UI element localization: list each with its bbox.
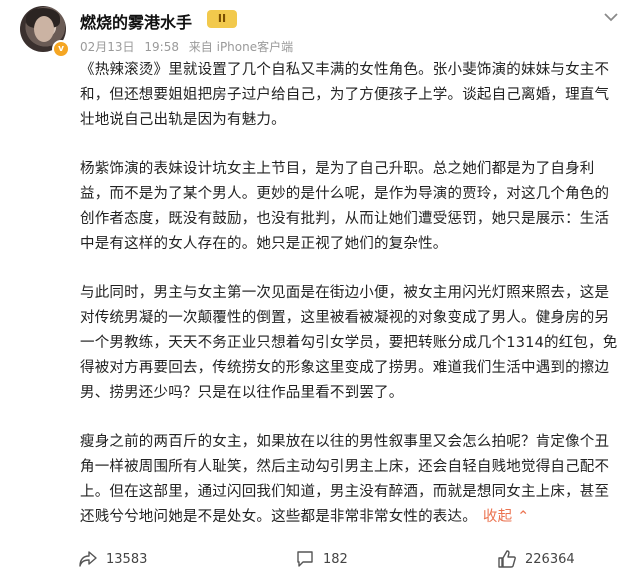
share-button[interactable]: 13583 (78, 548, 147, 570)
comment-icon (297, 551, 313, 567)
like-count: 226364 (525, 551, 575, 567)
comment-button[interactable]: 182 (295, 548, 348, 570)
post-header: v 燃烧的雾港水手 II 02月13日 19:58 来自 iPhone客户端 (0, 0, 640, 62)
comment-count: 182 (323, 551, 348, 567)
avatar-face (34, 16, 54, 42)
verified-badge-icon: v (52, 40, 70, 58)
chevron-down-svg (604, 13, 618, 22)
post-date: 02月13日 (80, 40, 135, 54)
level-badge: II (207, 10, 237, 28)
collapse-arrow-icon: ⌃ (517, 509, 530, 525)
post-time: 19:58 (144, 40, 179, 54)
post-paragraph: 《热辣滚烫》里就设置了几个自私又丰满的女性角色。张小斐饰演的妹妹与女主不和，但还… (80, 62, 610, 128)
like-button[interactable]: 226364 (497, 548, 575, 570)
post-source: 来自 iPhone客户端 (188, 40, 294, 54)
post-body: 《热辣滚烫》里就设置了几个自私又丰满的女性角色。张小斐饰演的妹妹与女主不和，但还… (80, 58, 622, 554)
post-paragraph-last: 瘦身之前的两百斤的女主，如果放在以往的男性叙事里又会怎么拍呢？肯定像个丑角一样被… (80, 430, 622, 530)
collapse-link[interactable]: 收起 ⌃ (483, 509, 530, 525)
chevron-down-icon[interactable] (602, 8, 620, 26)
post-meta: 02月13日 19:58 来自 iPhone客户端 (80, 38, 299, 55)
post-paragraph: 与此同时，男主与女主第一次见面是在街边小便，被女主用闪光灯照来照去，这是对传统男… (80, 285, 618, 401)
thumbs-up-icon (498, 550, 516, 568)
post-paragraph: 杨紫饰演的表妹设计坑女主上节目，是为了自己升职。总之她们都是为了自身利益，而不是… (80, 161, 610, 252)
share-icon (79, 551, 97, 567)
collapse-label: 收起 (482, 509, 513, 525)
action-bar: 13583 182 226364 (0, 536, 640, 583)
share-count: 13583 (106, 551, 148, 567)
username[interactable]: 燃烧的雾港水手 (80, 9, 192, 33)
post-paragraph-text: 瘦身之前的两百斤的女主，如果放在以往的男性叙事里又会怎么拍呢？肯定像个丑角一样被… (80, 434, 610, 525)
